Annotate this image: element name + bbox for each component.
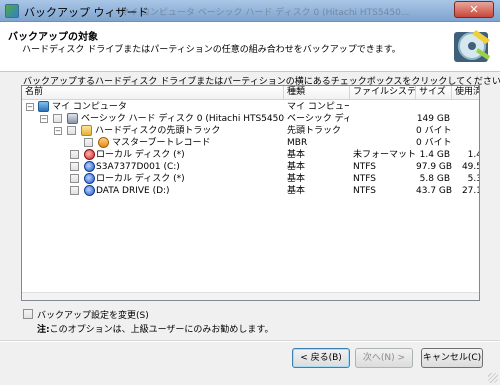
horizontal-scrollbar[interactable] (22, 292, 479, 300)
app-icon (5, 4, 19, 18)
row-size: 149 GB (416, 114, 450, 124)
row-filesystem: NTFS (353, 162, 376, 172)
row-checkbox[interactable] (53, 114, 62, 123)
row-used: 49.5 (461, 162, 480, 172)
row-checkbox[interactable] (70, 174, 79, 183)
row-size: 5.8 GB (419, 174, 450, 184)
row-name-cell: − ハードディスクの先頭トラック (22, 125, 284, 137)
backup-disc-icon (454, 30, 490, 62)
row-label: ベーシック ハード ディスク 0 (Hitachi HTS545016B9A30… (81, 114, 284, 124)
partition-blue-icon (84, 185, 95, 196)
column-name[interactable]: 名前 (22, 86, 284, 100)
window-title-ghost: マイ コンピュータ ベーシック ハード ディスク 0 (Hitachi HTS5… (120, 8, 410, 18)
row-label: ローカル ディスク (*) (96, 150, 185, 160)
hard-disk-icon (67, 113, 78, 124)
row-checkbox[interactable] (70, 162, 79, 171)
disk-tree[interactable]: 名前 種類 ファイルシステム サイズ 使用済 − マイ コンピュータ マイ コン… (21, 85, 480, 301)
tree-row[interactable]: S3A7377D001 (C:) 基本 NTFS 97.9 GB 49.5 (22, 161, 479, 173)
row-type: 基本 (287, 174, 306, 184)
row-name-cell: − ベーシック ハード ディスク 0 (Hitachi HTS545016B9A… (22, 113, 284, 125)
row-label: ハードディスクの先頭トラック (95, 126, 221, 136)
row-label: DATA DRIVE (D:) (96, 186, 170, 196)
row-label: マスターブートレコード (112, 138, 211, 148)
header-title: バックアップの対象 (8, 32, 98, 43)
row-label: マイ コンピュータ (52, 102, 127, 112)
collapse-icon[interactable]: − (54, 127, 62, 135)
row-used: 27.1 (461, 186, 480, 196)
tree-row[interactable]: − ベーシック ハード ディスク 0 (Hitachi HTS545016B9A… (22, 113, 479, 125)
column-used[interactable]: 使用済 (452, 86, 479, 100)
close-button[interactable]: ✕ (454, 1, 494, 18)
computer-icon (38, 101, 49, 112)
row-type: 基本 (287, 150, 306, 160)
cancel-button[interactable]: キャンセル(C) (421, 348, 483, 368)
row-label: ローカル ディスク (*) (96, 174, 185, 184)
row-used: 5.3 (467, 174, 479, 184)
button-separator (0, 340, 500, 342)
tree-row[interactable]: ローカル ディスク (*) 基本 NTFS 5.8 GB 5.3 (22, 173, 479, 185)
row-name-cell: ローカル ディスク (*) (22, 173, 284, 185)
row-name-cell: ローカル ディスク (*) (22, 149, 284, 161)
row-name-cell: DATA DRIVE (D:) (22, 185, 284, 197)
row-checkbox[interactable] (67, 126, 76, 135)
note-prefix: 注: (37, 325, 50, 335)
row-checkbox[interactable] (70, 186, 79, 195)
next-button[interactable]: 次へ(N) > (355, 348, 413, 368)
collapse-icon[interactable]: − (26, 103, 34, 111)
tree-row[interactable]: − マイ コンピュータ マイ コンピュータ (22, 101, 479, 113)
row-type: 基本 (287, 186, 306, 196)
row-name-cell: S3A7377D001 (C:) (22, 161, 284, 173)
row-type: 基本 (287, 162, 306, 172)
row-checkbox[interactable] (70, 150, 79, 159)
row-size: 97.9 GB (416, 162, 452, 172)
header-description: ハードディスク ドライブまたはパーティションの任意の組み合わせをバックアップでき… (22, 45, 401, 55)
column-header: 名前 種類 ファイルシステム サイズ 使用済 (22, 86, 479, 100)
row-type: 先頭トラック (287, 126, 342, 136)
change-settings-label[interactable]: バックアップ設定を変更(S) (37, 308, 149, 321)
partition-blue-icon (84, 161, 95, 172)
row-size: 1.4 GB (419, 150, 450, 160)
row-size: 0 バイト (416, 126, 452, 136)
partition-red-icon (84, 149, 95, 160)
row-filesystem: NTFS (353, 186, 376, 196)
note-body: このオプションは、上級ユーザーにのみお勧めします。 (49, 325, 274, 335)
collapse-icon[interactable]: − (40, 115, 48, 123)
row-filesystem: NTFS (353, 174, 376, 184)
column-type[interactable]: 種類 (284, 86, 350, 100)
row-size: 0 バイト (416, 138, 452, 148)
row-name-cell: マスターブートレコード (22, 137, 284, 149)
row-name-cell: − マイ コンピュータ (22, 101, 284, 113)
wizard-header: バックアップの対象 ハードディスク ドライブまたはパーティションの任意の組み合わ… (0, 22, 500, 72)
folder-icon (81, 125, 92, 136)
tree-row[interactable]: DATA DRIVE (D:) 基本 NTFS 43.7 GB 27.1 (22, 185, 479, 197)
row-size: 43.7 GB (416, 186, 452, 196)
column-size[interactable]: サイズ (416, 86, 452, 100)
tree-row[interactable]: ローカル ディスク (*) 基本 未フォーマット 1.4 GB 1.4 (22, 149, 479, 161)
partition-blue-icon (84, 173, 95, 184)
title-bar[interactable]: バックアップ ウィザード マイ コンピュータ ベーシック ハード ディスク 0 … (0, 0, 500, 22)
row-used: 1.4 (467, 150, 479, 160)
row-checkbox[interactable] (84, 138, 93, 147)
column-filesystem[interactable]: ファイルシステム (350, 86, 416, 100)
row-type: MBR (287, 138, 308, 148)
back-button[interactable]: < 戻る(B) (292, 348, 350, 368)
row-type: マイ コンピュータ (287, 102, 349, 112)
note-text: 注:このオプションは、上級ユーザーにのみお勧めします。 (37, 322, 274, 335)
row-label: S3A7377D001 (C:) (96, 162, 180, 172)
wizard-body: バックアップするハードディスク ドライブまたはパーティションの横にあるチェックボ… (0, 72, 500, 385)
row-filesystem: 未フォーマット (353, 150, 415, 160)
tree-row[interactable]: − ハードディスクの先頭トラック 先頭トラック 0 バイト (22, 125, 479, 137)
mbr-icon (98, 137, 109, 148)
row-type: ベーシック ディスク (287, 114, 349, 124)
tree-row[interactable]: マスターブートレコード MBR 0 バイト (22, 137, 479, 149)
resize-grip-icon[interactable] (488, 373, 498, 383)
change-settings-checkbox[interactable] (23, 309, 33, 319)
